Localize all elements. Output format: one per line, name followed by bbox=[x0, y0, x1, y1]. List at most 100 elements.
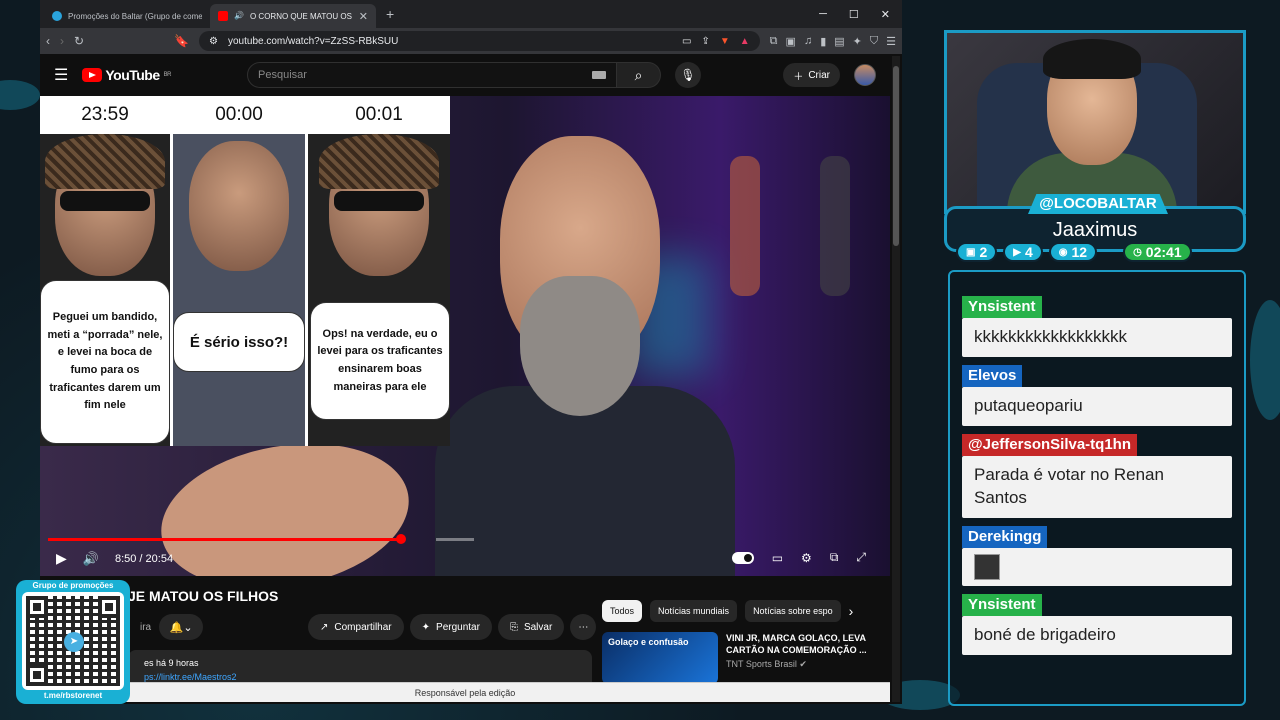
reload-icon[interactable]: ↻ bbox=[74, 34, 84, 48]
more-actions-button[interactable]: ⋯ bbox=[570, 614, 597, 640]
verified-icon: ✔ bbox=[799, 659, 807, 670]
site-info-icon[interactable]: ⚙ bbox=[209, 36, 218, 47]
sparkle-icon: ✦ bbox=[421, 621, 431, 633]
recommended-channel[interactable]: TNT Sports Brasil bbox=[726, 659, 797, 669]
bookmark-icon[interactable]: 🔖 bbox=[174, 34, 189, 48]
page-scrollbar[interactable] bbox=[892, 56, 900, 702]
menu-icon[interactable]: ☰ bbox=[886, 35, 896, 48]
scrollbar-thumb[interactable] bbox=[893, 66, 899, 246]
tab-label: Promoções do Baltar (Grupo de comentário… bbox=[68, 11, 202, 21]
create-label: Criar bbox=[808, 69, 830, 81]
recommended-channel-row: TNT Sports Brasil ✔ bbox=[726, 658, 896, 670]
subtitles-icon[interactable]: ▭ bbox=[772, 551, 783, 565]
chip-noticias-esportes[interactable]: Notícias sobre espo bbox=[745, 600, 841, 622]
voice-search-button[interactable]: 🎙 bbox=[675, 62, 701, 88]
chevron-right-icon[interactable]: › bbox=[849, 603, 854, 619]
channel-handle: @LOCOBALTAR bbox=[1028, 194, 1168, 214]
maximize-icon[interactable]: ☐ bbox=[849, 8, 859, 21]
progress-played[interactable] bbox=[48, 538, 401, 541]
chat-text: boné de brigadeiro bbox=[962, 615, 1232, 655]
forward-icon[interactable]: › bbox=[60, 34, 64, 48]
miniplayer-icon[interactable]: ⧉ bbox=[830, 550, 839, 565]
bookmark-icon: ⎘ bbox=[509, 621, 518, 633]
progress-scrubber[interactable] bbox=[396, 534, 406, 544]
tab-promocoes[interactable]: Promoções do Baltar (Grupo de comentário… bbox=[44, 4, 210, 28]
new-tab-button[interactable]: + bbox=[386, 6, 394, 22]
cast-icon[interactable]: ▭ bbox=[682, 36, 691, 47]
tab-youtube-video[interactable]: 🔊 O CORNO QUE MATOU OS FILHOS ✕ bbox=[210, 4, 376, 28]
leo-icon[interactable]: ✦ bbox=[853, 35, 862, 48]
url-text: youtube.com/watch?v=ZzSS-RBkSUU bbox=[227, 35, 399, 47]
brave-shield-icon[interactable]: ▼ bbox=[720, 36, 730, 47]
status-bar: Responsável pela edição bbox=[40, 682, 890, 702]
meme-time: 00:01 bbox=[308, 96, 450, 134]
notification-bell-button[interactable]: 🔔⌄ bbox=[159, 614, 204, 640]
guitar bbox=[730, 156, 760, 296]
search-icon: ⌕ bbox=[634, 66, 643, 83]
chat-author: @JeffersonSilva-tq1hn bbox=[962, 433, 1137, 456]
chip-todos[interactable]: Todos bbox=[602, 600, 643, 622]
recommendation-chips: Todos Notícias mundiais Notícias sobre e… bbox=[602, 600, 853, 622]
chip-noticias-mundiais[interactable]: Notícias mundiais bbox=[650, 600, 738, 622]
telegram-icon bbox=[52, 11, 62, 21]
account-avatar[interactable] bbox=[854, 64, 876, 86]
recommended-thumbnail[interactable]: Golaço e confusão bbox=[602, 632, 718, 684]
chat-text: putaqueopariu bbox=[962, 386, 1232, 426]
extension-icon[interactable]: ⧉ bbox=[770, 35, 778, 48]
kick-icon: ◉ bbox=[1058, 246, 1068, 258]
search-input[interactable]: Pesquisar bbox=[247, 62, 617, 88]
chat-message: Ynsistent kkkkkkkkkkkkkkkkkk bbox=[962, 296, 1232, 357]
vpn-icon[interactable]: ⛉ bbox=[870, 35, 878, 48]
share-icon[interactable]: ⇪ bbox=[701, 36, 709, 47]
meme-sunglasses bbox=[60, 191, 150, 211]
music-icon[interactable]: ♫ bbox=[804, 35, 812, 48]
stat-value: 2 bbox=[979, 244, 988, 260]
channel-name[interactable]: ira bbox=[140, 622, 151, 633]
recommended-title[interactable]: VINI JR, MARCA GOLAÇO, LEVA CARTÃO NA CO… bbox=[726, 632, 896, 656]
chat-message: Elevos putaqueopariu bbox=[962, 364, 1232, 426]
close-tab-icon[interactable]: ✕ bbox=[359, 10, 368, 23]
thumbnail-text: Golaço e confusão bbox=[608, 637, 689, 647]
autoplay-toggle[interactable] bbox=[731, 551, 754, 564]
keyboard-icon[interactable] bbox=[592, 71, 606, 79]
settings-icon[interactable]: ⚙ bbox=[801, 551, 812, 565]
minimize-icon[interactable]: ─ bbox=[819, 8, 827, 21]
search-button[interactable]: ⌕ bbox=[617, 62, 661, 88]
chat-text: kkkkkkkkkkkkkkkkkk bbox=[962, 318, 1232, 357]
wallet-icon[interactable]: ▤ bbox=[834, 35, 844, 48]
search-placeholder: Pesquisar bbox=[258, 69, 307, 81]
meme-time: 23:59 bbox=[40, 96, 170, 134]
ask-button[interactable]: ✦ Perguntar bbox=[409, 614, 492, 640]
chat-author: Derekingg bbox=[962, 525, 1048, 548]
youtube-logo[interactable]: YouTube BR bbox=[82, 67, 172, 83]
save-button[interactable]: ⎘ Salvar bbox=[497, 614, 565, 640]
screenshot-icon[interactable]: ▣ bbox=[786, 35, 796, 48]
play-icon[interactable]: ▶ bbox=[56, 550, 67, 567]
description-link[interactable]: ps://linktr.ee/Maestros2 bbox=[144, 672, 576, 682]
address-bar[interactable]: ⚙ youtube.com/watch?v=ZzSS-RBkSUU ▭ ⇪ ▼ … bbox=[199, 31, 760, 51]
stream-timer: ◷ 02:41 bbox=[1123, 242, 1192, 262]
fullscreen-icon[interactable]: ⤢ bbox=[856, 550, 866, 565]
presenter bbox=[435, 136, 735, 576]
streamer-hair bbox=[1043, 39, 1141, 79]
hamburger-menu-icon[interactable]: ☰ bbox=[54, 65, 68, 85]
chat-message: Derekingg bbox=[962, 525, 1232, 586]
volume-icon[interactable]: 🔊 bbox=[83, 551, 99, 567]
qr-pattern: ➤ bbox=[26, 596, 120, 686]
recommended-video[interactable]: Golaço e confusão VINI JR, MARCA GOLAÇO,… bbox=[602, 632, 902, 684]
brave-rewards-icon[interactable]: ▲ bbox=[740, 36, 750, 47]
speaker-icon[interactable]: 🔊 bbox=[234, 11, 244, 21]
meme-cap bbox=[45, 134, 165, 189]
recommended-info: VINI JR, MARCA GOLAÇO, LEVA CARTÃO NA CO… bbox=[726, 632, 896, 684]
close-window-icon[interactable]: ✕ bbox=[881, 8, 890, 21]
sidebar-icon[interactable]: ▮ bbox=[820, 35, 826, 48]
chat-message: @JeffersonSilva-tq1hn Parada é votar no … bbox=[962, 433, 1232, 518]
webcam-frame bbox=[944, 30, 1246, 214]
video-player[interactable]: 23:59 00:00 00:01 Peguei um bandido, met… bbox=[40, 96, 890, 576]
youtube-icon bbox=[218, 11, 228, 21]
create-button[interactable]: ＋ Criar bbox=[783, 63, 840, 87]
meme-sunglasses bbox=[334, 191, 424, 211]
back-icon[interactable]: ‹ bbox=[46, 34, 50, 48]
share-button[interactable]: ↗ Compartilhar bbox=[308, 614, 404, 640]
guitar bbox=[820, 156, 850, 296]
